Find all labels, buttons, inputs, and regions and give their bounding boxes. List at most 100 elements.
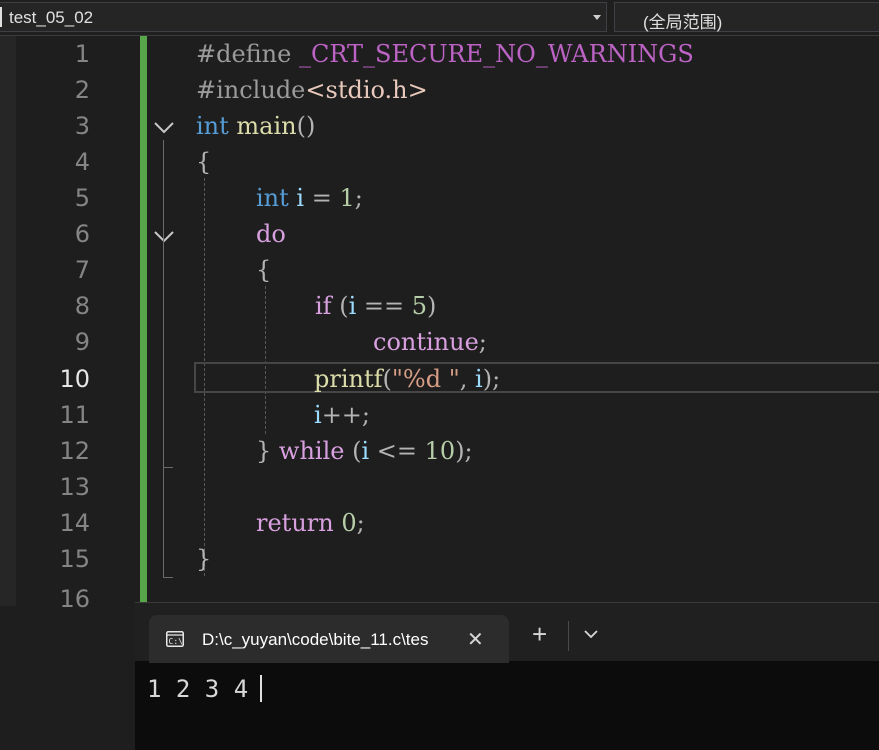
line-number: 9	[74, 328, 90, 356]
line-number: 1	[74, 40, 90, 68]
fold-range-end	[163, 467, 173, 468]
project-dropdown[interactable]: test_05_02	[0, 2, 607, 32]
navigation-bar: test_05_02 (全局范围)	[0, 0, 879, 36]
code-line-10: printf("%d ", i);	[314, 361, 500, 397]
preprocessor-directive: #include	[196, 76, 306, 104]
terminal-window[interactable]: C:\ D:\c_yuyan\code\bite_11.c\tes ✕ + 1 …	[135, 602, 879, 750]
punctuation: ;	[478, 328, 487, 356]
code-line-1: #define _CRT_SECURE_NO_WARNINGS	[196, 36, 694, 72]
current-line-highlight	[194, 362, 879, 393]
brace: }	[196, 545, 212, 573]
code-line-12: } while (i <= 10);	[256, 433, 473, 469]
punctuation: ()	[296, 112, 316, 140]
code-line-5: int i = 1;	[256, 180, 363, 216]
project-label: test_05_02	[9, 8, 94, 27]
control-keyword: if	[315, 292, 332, 320]
number: 0	[341, 509, 357, 537]
tab-divider	[568, 621, 569, 651]
punctuation: );	[482, 365, 501, 393]
code-line-7: {	[256, 252, 271, 288]
line-number: 12	[59, 437, 90, 465]
line-number: 14	[59, 509, 90, 537]
operator: <=	[369, 437, 425, 465]
terminal-icon: C:\	[166, 631, 184, 647]
line-number: 3	[74, 112, 90, 140]
operator: =	[304, 184, 340, 212]
code-line-2: #include<stdio.h>	[196, 72, 428, 108]
number: 1	[339, 184, 355, 212]
control-keyword: return	[256, 509, 334, 537]
brace: {	[256, 256, 272, 284]
line-number: 6	[74, 220, 90, 248]
variable: i	[314, 401, 322, 429]
svg-text:C:\: C:\	[169, 637, 184, 646]
control-keyword: while	[278, 437, 345, 465]
plus-icon[interactable]: +	[532, 621, 547, 647]
punctuation: );	[455, 437, 473, 465]
terminal-tab-title: D:\c_yuyan\code\bite_11.c\tes	[202, 630, 429, 649]
scope-dropdown[interactable]: (全局范围)	[614, 2, 879, 32]
control-keyword: do	[256, 220, 286, 248]
indent-guide	[265, 286, 266, 434]
code-editor[interactable]: 1 2 3 4 5 6 7 8 9 10 11 12 13 14 15 16 #…	[0, 36, 879, 613]
code-line-11: i++;	[314, 397, 370, 433]
control-keyword: continue	[373, 328, 479, 356]
number: 5	[411, 292, 428, 320]
code-line-3: int main()	[196, 108, 315, 144]
code-line-4: {	[196, 144, 211, 180]
editor-margin	[0, 36, 16, 606]
line-number: 11	[59, 401, 90, 429]
punctuation: ,	[459, 365, 476, 393]
chevron-down-icon[interactable]	[593, 15, 601, 20]
keyword: int	[196, 112, 229, 140]
function-name: printf	[314, 365, 383, 393]
variable: i	[361, 437, 370, 465]
dropdown-edge	[0, 7, 2, 27]
terminal-cursor	[260, 675, 262, 702]
line-number: 2	[74, 76, 90, 104]
variable: i	[296, 184, 305, 212]
string-literal: "%d "	[391, 365, 460, 393]
punctuation: ;	[354, 184, 363, 212]
close-icon[interactable]: ✕	[467, 627, 484, 652]
terminal-tab[interactable]: C:\ D:\c_yuyan\code\bite_11.c\tes ✕	[149, 615, 509, 663]
punctuation: (	[382, 365, 392, 393]
scope-label: (全局范围)	[643, 13, 723, 32]
line-number: 8	[74, 292, 90, 320]
number: 10	[424, 437, 456, 465]
variable: i	[475, 365, 483, 393]
punctuation: (	[344, 437, 362, 465]
function-name: main	[236, 112, 297, 140]
keyword: int	[256, 184, 289, 212]
punctuation: )	[427, 292, 437, 320]
chevron-down-icon[interactable]	[583, 628, 599, 640]
change-tracking-bar	[140, 36, 147, 606]
fold-toggle-icon[interactable]	[150, 226, 178, 246]
line-number: 15	[59, 545, 90, 573]
include-path: <stdio.h>	[305, 76, 428, 104]
line-number: 4	[74, 148, 90, 176]
terminal-output: 1 2 3 4	[147, 675, 263, 703]
code-line-9: continue;	[373, 324, 487, 360]
code-line-14: return 0;	[256, 505, 365, 541]
line-number: 13	[59, 473, 90, 501]
preprocessor-directive: #define	[196, 40, 292, 68]
code-line-6: do	[256, 216, 286, 252]
brace: }	[256, 437, 279, 465]
operator: ++;	[321, 401, 370, 429]
brace: {	[196, 148, 212, 176]
operator: ==	[356, 292, 412, 320]
punctuation: (	[331, 292, 349, 320]
line-number-current: 10	[59, 365, 90, 393]
macro-name: _CRT_SECURE_NO_WARNINGS	[298, 40, 694, 68]
fold-toggle-icon[interactable]	[150, 117, 178, 137]
line-number: 7	[74, 256, 90, 284]
code-line-8: if (i == 5)	[315, 288, 436, 324]
code-line-15: }	[196, 541, 211, 577]
line-number: 16	[59, 585, 90, 613]
fold-range-line	[163, 249, 164, 467]
line-number: 5	[74, 184, 90, 212]
fold-range-end	[163, 577, 173, 578]
terminal-tab-strip: C:\ D:\c_yuyan\code\bite_11.c\tes ✕ +	[135, 603, 879, 663]
